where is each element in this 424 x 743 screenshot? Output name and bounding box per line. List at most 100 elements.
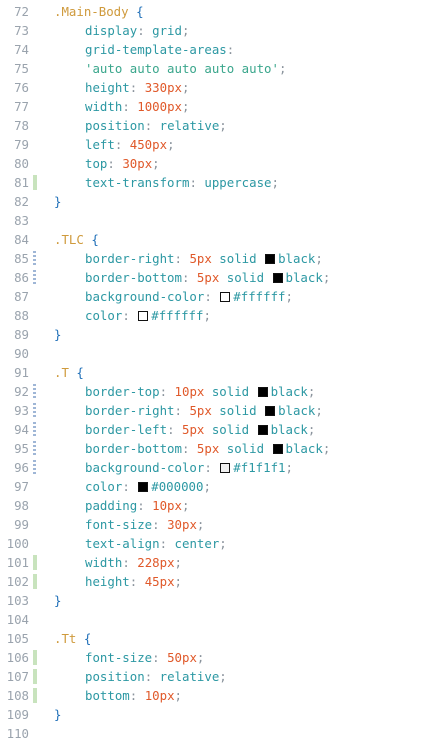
code-line[interactable]: 81 text-transform: uppercase; [0, 173, 424, 192]
line-number: 88 [14, 308, 29, 323]
line-number: 94 [14, 422, 29, 437]
code-token: { [76, 365, 84, 380]
code-line[interactable]: 108 bottom: 10px; [0, 686, 424, 705]
code-text: border-right: 5px solid black; [54, 401, 323, 420]
code-text: font-size: 30px; [54, 515, 204, 534]
code-line[interactable]: 109} [0, 705, 424, 724]
code-token: ; [219, 118, 227, 133]
line-number: 102 [6, 574, 29, 589]
code-token: ; [182, 80, 190, 95]
code-token: : [129, 80, 145, 95]
color-swatch-icon[interactable] [272, 444, 283, 454]
code-line[interactable]: 90 [0, 344, 424, 363]
code-line[interactable]: 93 border-right: 5px solid black; [0, 401, 424, 420]
code-line[interactable]: 106 font-size: 50px; [0, 648, 424, 667]
code-line[interactable]: 77 width: 1000px; [0, 97, 424, 116]
code-token: .Tt [54, 631, 77, 646]
code-line[interactable]: 94 border-left: 5px solid black; [0, 420, 424, 439]
code-token: : [129, 574, 145, 589]
code-text: text-transform: uppercase; [54, 173, 279, 192]
code-token: 30px [122, 156, 153, 171]
modified-line-marker [33, 688, 37, 703]
line-number: 109 [6, 707, 29, 722]
code-line[interactable]: 92 border-top: 10px solid black; [0, 382, 424, 401]
code-token: display [85, 23, 138, 38]
code-token: { [136, 4, 144, 19]
code-token: solid [211, 403, 265, 418]
code-line[interactable]: 96 background-color: #f1f1f1; [0, 458, 424, 477]
code-token: ; [315, 403, 323, 418]
code-line[interactable]: 73 display: grid; [0, 21, 424, 40]
code-line[interactable]: 104 [0, 610, 424, 629]
code-token: : [122, 479, 138, 494]
code-token: 30px [167, 517, 197, 532]
code-token: border-left [85, 422, 168, 437]
code-line[interactable]: 78 position: relative; [0, 116, 424, 135]
code-line[interactable]: 84 .TLC { [0, 230, 424, 249]
code-token: : [189, 175, 205, 190]
color-swatch-icon[interactable] [257, 425, 268, 435]
color-swatch-icon[interactable] [138, 482, 149, 492]
code-line[interactable]: 110 [0, 724, 424, 743]
color-swatch-icon[interactable] [138, 311, 149, 321]
code-line[interactable]: 75 'auto auto auto auto auto'; [0, 59, 424, 78]
code-line[interactable]: 79 left: 450px; [0, 135, 424, 154]
code-line[interactable]: 103} [0, 591, 424, 610]
code-line[interactable]: 87 background-color: #ffffff; [0, 287, 424, 306]
code-line[interactable]: 72 .Main-Body { [0, 2, 424, 21]
code-line[interactable]: 107 position: relative; [0, 667, 424, 686]
code-line[interactable]: 101 width: 228px; [0, 553, 424, 572]
code-token: : [107, 156, 123, 171]
code-token: ; [167, 137, 175, 152]
code-line[interactable]: 105 .Tt { [0, 629, 424, 648]
code-line[interactable]: 85 border-right: 5px solid black; [0, 249, 424, 268]
code-token: : [174, 251, 190, 266]
code-token: border-right [85, 251, 175, 266]
color-swatch-icon[interactable] [272, 273, 283, 283]
code-token: : [144, 118, 160, 133]
code-line[interactable]: 91 .T { [0, 363, 424, 382]
code-line[interactable]: 83 [0, 211, 424, 230]
color-swatch-icon[interactable] [265, 254, 276, 264]
code-text: text-align: center; [54, 534, 227, 553]
code-token: ; [322, 441, 331, 456]
code-line[interactable]: 98 padding: 10px; [0, 496, 424, 515]
code-line[interactable]: 100 text-align: center; [0, 534, 424, 553]
code-text: left: 450px; [54, 135, 175, 154]
code-line[interactable]: 76 height: 330px; [0, 78, 424, 97]
code-token: 10px [152, 498, 182, 513]
code-token: grid-template-areas [85, 42, 227, 57]
line-number: 75 [14, 61, 29, 76]
code-token: ; [278, 61, 287, 76]
code-editor[interactable]: 72 .Main-Body {73 display: grid; 74 grid-tem… [0, 0, 424, 741]
line-number: 100 [6, 536, 29, 551]
line-number: 72 [14, 4, 29, 19]
code-text: width: 228px; [54, 553, 182, 572]
code-line[interactable]: 80 top: 30px; [0, 154, 424, 173]
color-swatch-icon[interactable] [257, 387, 268, 397]
color-swatch-icon[interactable] [265, 406, 276, 416]
code-line[interactable]: 86 border-bottom: 5px solid black; [0, 268, 424, 287]
code-line[interactable]: 89} [0, 325, 424, 344]
code-token: : [204, 289, 220, 304]
code-line[interactable]: 102 height: 45px; [0, 572, 424, 591]
line-number: 101 [6, 555, 29, 570]
color-swatch-icon[interactable] [220, 292, 231, 302]
code-line[interactable]: 97 color: #000000; [0, 477, 424, 496]
code-line[interactable]: 99 font-size: 30px; [0, 515, 424, 534]
code-text: position: relative; [54, 667, 227, 686]
code-line[interactable]: 95 border-bottom: 5px solid black; [0, 439, 424, 458]
code-token: ; [315, 251, 323, 266]
code-token: relative [159, 669, 220, 684]
change-marker [33, 460, 36, 475]
code-line[interactable]: 88 color: #ffffff; [0, 306, 424, 325]
code-token: : [181, 270, 197, 285]
code-token: : [144, 669, 160, 684]
code-line[interactable]: 82} [0, 192, 424, 211]
line-number: 108 [6, 688, 29, 703]
code-line[interactable]: 74 grid-template-areas: [0, 40, 424, 59]
color-swatch-icon[interactable] [220, 463, 231, 473]
code-token: ; [181, 23, 190, 38]
line-number: 93 [14, 403, 29, 418]
code-token: uppercase [204, 175, 272, 190]
